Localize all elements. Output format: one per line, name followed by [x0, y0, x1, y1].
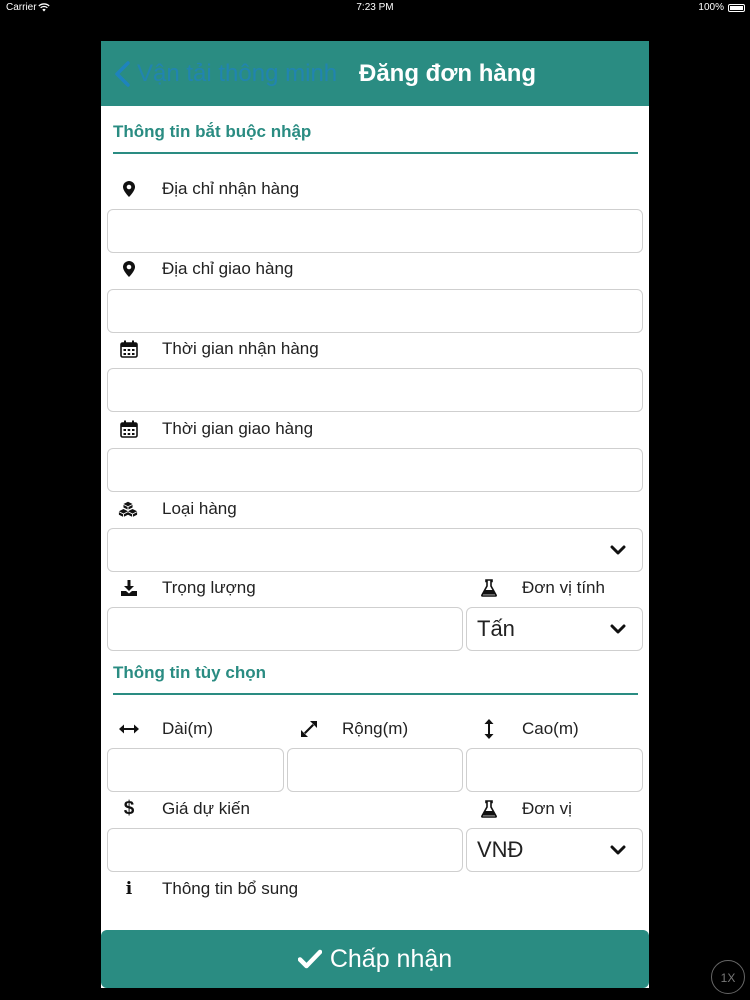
- vertical-arrows-icon: [479, 719, 499, 739]
- battery-percent: 100%: [698, 2, 724, 13]
- weight-label: Trọng lượng: [162, 578, 256, 597]
- weight-unit-value: Tấn: [477, 616, 515, 641]
- length-label: Dài(m): [162, 719, 213, 738]
- accept-button-label: Chấp nhận: [329, 944, 453, 973]
- page-title: Đăng đơn hàng: [359, 60, 537, 87]
- diagonal-arrows-icon: [299, 719, 319, 739]
- height-label: Cao(m): [522, 719, 579, 738]
- chevron-down-icon: [610, 545, 626, 555]
- delivery-address-input[interactable]: [107, 289, 643, 333]
- dollar-icon: $: [123, 798, 135, 819]
- weight-unit-select[interactable]: Tấn: [466, 607, 643, 651]
- width-label: Rộng(m): [342, 719, 409, 738]
- map-marker-icon: [119, 259, 139, 279]
- width-input[interactable]: [287, 748, 463, 792]
- section-divider: [113, 152, 638, 154]
- pickup-time-input[interactable]: [107, 368, 643, 412]
- info-icon: i: [125, 879, 133, 899]
- pickup-address-label: Địa chỉ nhận hàng: [162, 179, 300, 198]
- horizontal-arrows-icon: [119, 719, 139, 739]
- weight-input[interactable]: [107, 607, 463, 651]
- price-unit-select[interactable]: VNĐ: [466, 828, 643, 872]
- map-marker-icon: [119, 179, 139, 199]
- height-input[interactable]: [466, 748, 643, 792]
- navigation-bar: Vận tải thông minh Đăng đơn hàng: [101, 41, 649, 106]
- additional-info-label: Thông tin bổ sung: [162, 879, 299, 898]
- length-input[interactable]: [107, 748, 284, 792]
- pickup-time-label: Thời gian nhận hàng: [162, 339, 319, 358]
- pickup-address-input[interactable]: [107, 209, 643, 253]
- delivery-time-input[interactable]: [107, 448, 643, 492]
- back-button[interactable]: Vận tải thông minh: [137, 59, 337, 89]
- order-form-modal: Vận tải thông minh Đăng đơn hàng Thông t…: [101, 41, 649, 988]
- goods-type-select[interactable]: [107, 528, 643, 572]
- flask-icon: [479, 578, 499, 598]
- chevron-down-icon: [610, 845, 626, 855]
- download-tray-icon: [119, 578, 139, 598]
- calendar-icon: [119, 339, 139, 359]
- optional-section-title: Thông tin tùy chọn: [113, 663, 266, 682]
- clock: 7:23 PM: [356, 2, 394, 13]
- expected-price-label: Giá dự kiến: [162, 799, 250, 818]
- chevron-left-icon[interactable]: [111, 59, 135, 89]
- cubes-icon: [118, 499, 138, 519]
- chevron-down-icon: [610, 624, 626, 634]
- battery-icon: [728, 4, 745, 12]
- price-unit-value: VNĐ: [477, 837, 524, 862]
- weight-unit-label: Đơn vị tính: [522, 578, 605, 597]
- playback-speed-badge[interactable]: 1X: [711, 960, 745, 994]
- price-unit-label: Đơn vị: [522, 799, 572, 818]
- check-icon: [297, 949, 322, 969]
- calendar-icon: [119, 419, 139, 439]
- flask-icon: [479, 799, 499, 819]
- goods-type-label: Loại hàng: [162, 499, 237, 518]
- required-section-title: Thông tin bắt buộc nhập: [113, 122, 312, 141]
- delivery-time-label: Thời gian giao hàng: [162, 419, 314, 438]
- status-bar: Carrier 7:23 PM 100%: [0, 0, 750, 16]
- accept-button[interactable]: Chấp nhận: [101, 930, 649, 988]
- section-divider: [113, 693, 638, 695]
- expected-price-input[interactable]: [107, 828, 463, 872]
- delivery-address-label: Địa chỉ giao hàng: [162, 259, 294, 278]
